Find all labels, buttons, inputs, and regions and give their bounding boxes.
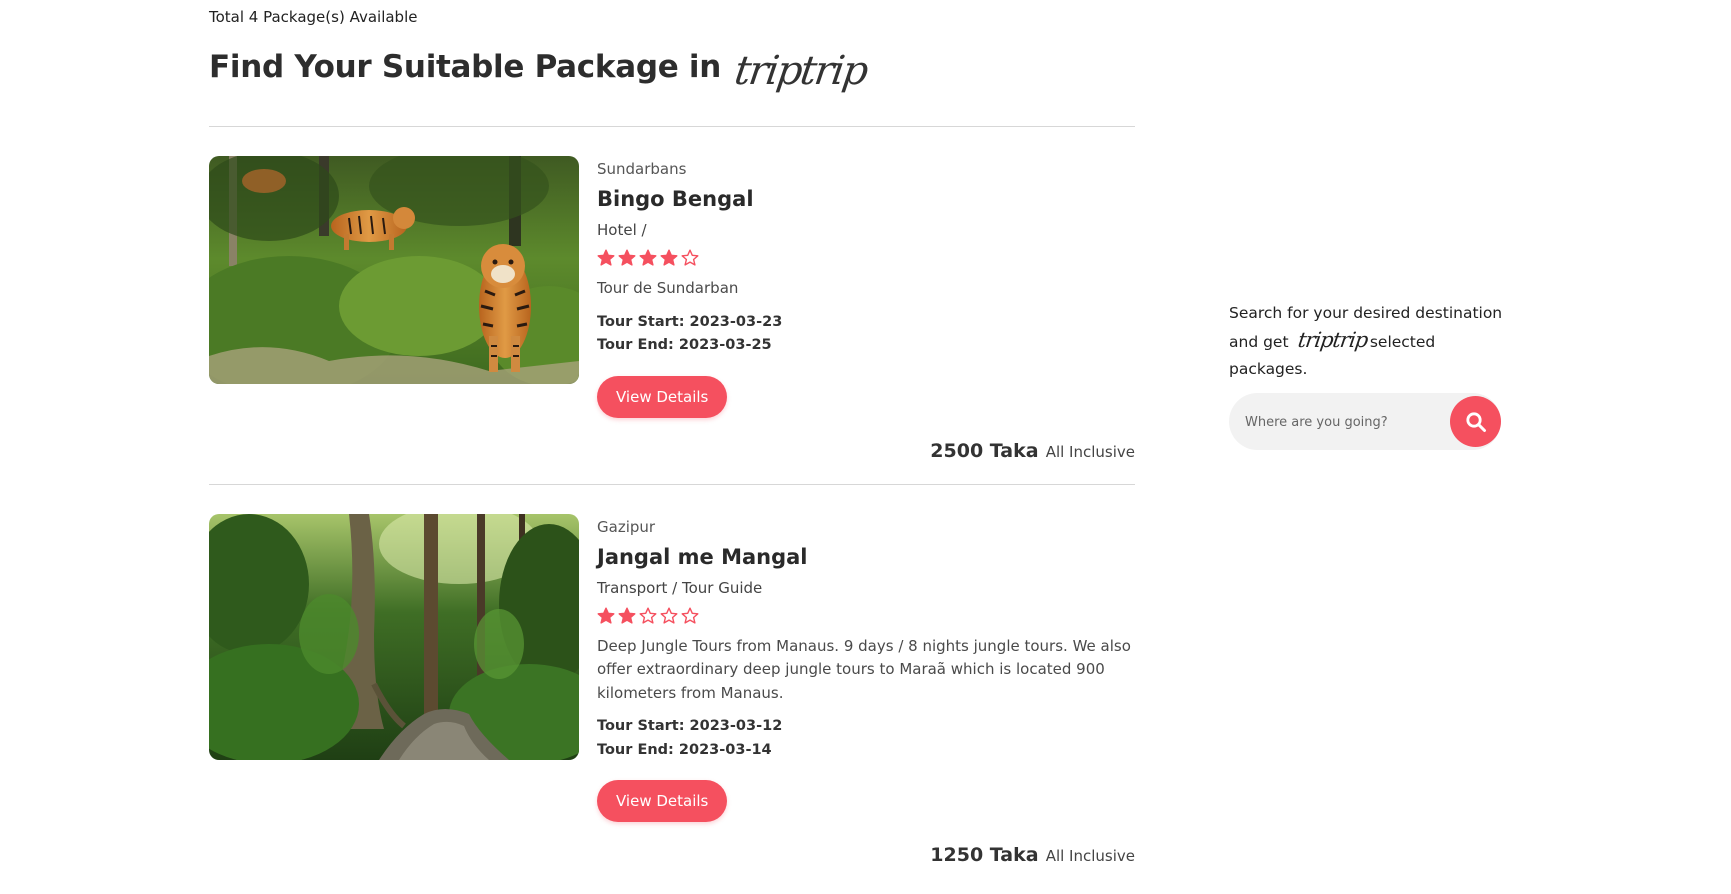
package-card: Gazipur Jangal me Mangal Transport / Tou… [209, 485, 1135, 822]
star-outline-icon [639, 607, 657, 624]
package-details: Sundarbans Bingo Bengal Hotel / Tour de … [597, 156, 1135, 418]
page-title: Find Your Suitable Package in [209, 49, 722, 85]
package-image-tigers [209, 156, 579, 384]
page-heading: Find Your Suitable Package in triptrip [209, 36, 1135, 98]
search-prompt-prefix: and get [1229, 333, 1289, 351]
search-icon [1465, 411, 1486, 432]
tour-dates: Tour Start: 2023-03-23 Tour End: 2023-03… [597, 311, 1135, 358]
star-filled-icon [618, 607, 636, 624]
package-count: Total 4 Package(s) Available [209, 8, 418, 26]
star-filled-icon [660, 249, 678, 266]
package-price: 1250 Taka [930, 844, 1039, 866]
star-outline-icon [660, 607, 678, 624]
search-sidebar: Search for your desired destination and … [1229, 300, 1509, 450]
package-card: Sundarbans Bingo Bengal Hotel / Tour de … [209, 127, 1135, 418]
triptrip-logo: triptrip [731, 48, 870, 94]
view-details-button[interactable]: View Details [597, 375, 728, 418]
star-filled-icon [597, 249, 615, 266]
package-description: Tour de Sundarban [597, 279, 739, 297]
package-details: Gazipur Jangal me Mangal Transport / Tou… [597, 514, 1135, 822]
search-button[interactable] [1450, 396, 1501, 447]
package-title: Bingo Bengal [597, 187, 754, 211]
star-outline-icon [681, 607, 699, 624]
price-row: 2500 Taka All Inclusive [209, 440, 1135, 462]
package-services: Hotel / [597, 221, 647, 239]
tour-dates: Tour Start: 2023-03-12 Tour End: 2023-03… [597, 715, 1135, 762]
triptrip-logo-small: triptrip [1295, 328, 1369, 352]
package-location: Sundarbans [597, 160, 687, 178]
package-services: Transport / Tour Guide [597, 578, 763, 597]
star-filled-icon [618, 249, 636, 266]
view-details-button[interactable]: View Details [597, 780, 728, 822]
rating-stars [597, 249, 1135, 271]
price-note: All Inclusive [1045, 442, 1135, 461]
tour-start: Tour Start: 2023-03-12 [597, 718, 783, 734]
star-outline-icon [681, 249, 699, 266]
star-filled-icon [597, 607, 615, 624]
package-price: 2500 Taka [930, 439, 1039, 462]
package-description: Deep Jungle Tours from Manaus. 9 days / … [597, 636, 1131, 702]
tour-start: Tour Start: 2023-03-23 [597, 313, 783, 330]
tour-end: Tour End: 2023-03-25 [597, 337, 772, 353]
package-image-jungle [209, 513, 579, 760]
price-row: 1250 Taka All Inclusive [209, 844, 1135, 866]
search-prompt-line1: Search for your desired destination [1229, 304, 1503, 322]
destination-search-input[interactable] [1243, 407, 1437, 437]
search-prompt: Search for your desired destination and … [1229, 300, 1509, 383]
rating-stars [597, 607, 1135, 629]
destination-search [1229, 393, 1501, 450]
package-title: Jangal me Mangal [597, 544, 808, 569]
package-location: Gazipur [597, 517, 656, 536]
tour-end: Tour End: 2023-03-14 [597, 741, 772, 758]
package-list-section: Total 4 Package(s) Available Find Your S… [209, 0, 1135, 888]
star-filled-icon [639, 249, 657, 266]
page: Total 4 Package(s) Available Find Your S… [0, 0, 1731, 894]
price-note: All Inclusive [1045, 847, 1135, 865]
